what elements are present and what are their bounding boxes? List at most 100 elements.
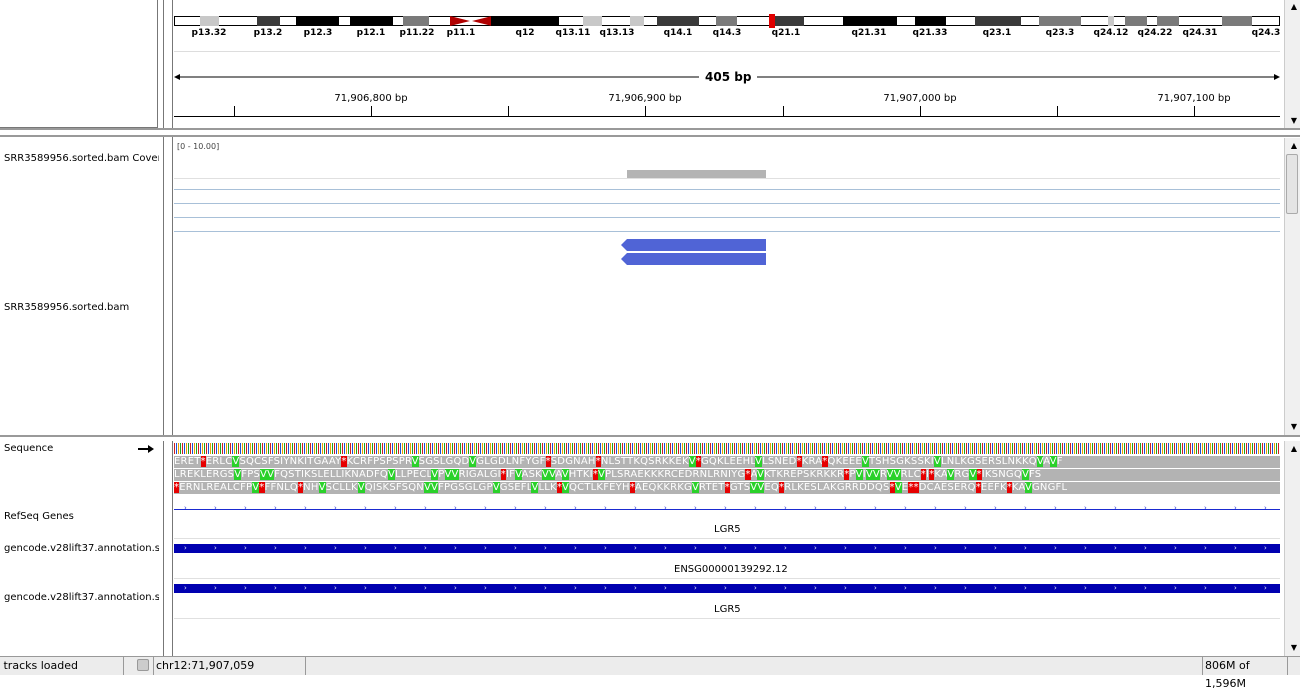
- cytoband-label: p11.22: [399, 28, 435, 38]
- track-divider: [174, 578, 1280, 579]
- coverage-track-name[interactable]: SRR3589956.sorted.bam Coverage: [4, 153, 159, 164]
- strand-arrow-icon: ›: [964, 544, 967, 552]
- ideogram-band: [1108, 16, 1114, 26]
- panel-splitter[interactable]: [0, 128, 1300, 137]
- ruler-tick: [371, 106, 372, 116]
- track-divider: [174, 618, 1280, 619]
- alignment-row-line: [174, 217, 1280, 218]
- strand-arrow-icon: ›: [904, 544, 907, 552]
- strand-arrow-icon: ›: [304, 504, 307, 512]
- strand-arrow-icon: ›: [814, 544, 817, 552]
- strand-arrow-icon: ›: [484, 544, 487, 552]
- strand-arrow-icon: ›: [214, 504, 217, 512]
- sequence-track-name[interactable]: Sequence: [4, 443, 53, 454]
- cytoband-label: q13.13: [599, 28, 635, 38]
- strand-arrow-icon: ›: [1204, 584, 1207, 592]
- ideogram-band: [296, 16, 339, 26]
- scroll-up-icon[interactable]: ▲: [1291, 444, 1297, 453]
- strand-arrow-icon: ›: [844, 504, 847, 512]
- header-scrollbar[interactable]: [1284, 0, 1300, 128]
- strand-arrow-icon: ›: [1264, 544, 1267, 552]
- panel-splitter[interactable]: [0, 435, 1300, 441]
- strand-arrow-icon: ›: [304, 544, 307, 552]
- translation-frame-1: ERET*ERLCVSQCSFSIYNKITGAAY*KCRFPSPSPRVSG…: [174, 456, 1280, 468]
- strand-arrow-icon[interactable]: [138, 444, 154, 454]
- gencode-gene-label: ENSG00000139292.12: [674, 564, 788, 575]
- strand-arrow-icon: ›: [244, 544, 247, 552]
- strand-arrow-icon: ›: [664, 504, 667, 512]
- strand-arrow-icon: ›: [544, 544, 547, 552]
- strand-arrow-icon: ›: [784, 504, 787, 512]
- strand-arrow-icon: ›: [994, 544, 997, 552]
- strand-arrow-icon: ›: [1114, 584, 1117, 592]
- strand-arrow-icon: ›: [1024, 544, 1027, 552]
- strand-arrow-icon: ›: [1144, 584, 1147, 592]
- alignment-track-name[interactable]: SRR3589956.sorted.bam: [4, 302, 159, 313]
- strand-arrow-icon: ›: [844, 584, 847, 592]
- ruler-span-label: 405 bp: [699, 70, 758, 84]
- scroll-down-icon[interactable]: ▼: [1291, 643, 1297, 652]
- strand-arrow-icon: ›: [1114, 544, 1117, 552]
- cytoband-label: q23.1: [982, 28, 1012, 38]
- gencode-track-name[interactable]: gencode.v28lift37.annotation.sorted.gtf: [4, 543, 159, 554]
- cytoband-label: p13.2: [253, 28, 283, 38]
- scroll-down-icon[interactable]: ▼: [1291, 422, 1297, 431]
- strand-arrow-icon: ›: [754, 544, 757, 552]
- strand-arrow-icon: ›: [664, 544, 667, 552]
- strand-arrow-icon: ›: [484, 504, 487, 512]
- ideogram-band: [403, 16, 429, 26]
- scroll-up-icon[interactable]: ▲: [1291, 2, 1297, 11]
- ideogram-band: [975, 16, 1021, 26]
- strand-arrow-icon: ›: [394, 504, 397, 512]
- feature-panel-scrollbar[interactable]: [1284, 441, 1300, 656]
- strand-arrow-icon: ›: [484, 584, 487, 592]
- aligned-read[interactable]: [621, 253, 766, 265]
- refseq-gene-label: LGR5: [714, 524, 741, 535]
- strand-arrow-icon: ›: [394, 584, 397, 592]
- strand-arrow-icon: ›: [994, 584, 997, 592]
- strand-arrow-icon: ›: [184, 544, 187, 552]
- strand-arrow-icon: ›: [904, 504, 907, 512]
- cytoband-label: q13.11: [555, 28, 591, 38]
- strand-arrow-icon: ›: [1264, 584, 1267, 592]
- ideogram-band: [257, 16, 280, 26]
- cytoband-label: q21.31: [851, 28, 887, 38]
- ideogram-band: [200, 16, 219, 26]
- status-indicator-icon: [137, 659, 149, 671]
- strand-arrow-icon: ›: [424, 504, 427, 512]
- ruler-tick-label: 71,907,100 bp: [1157, 93, 1231, 104]
- strand-arrow-icon: ›: [694, 504, 697, 512]
- scrollbar-thumb[interactable]: [1286, 154, 1298, 214]
- ideogram-band: [1125, 16, 1147, 26]
- cytoband-label: q12: [515, 28, 535, 38]
- scroll-down-icon[interactable]: ▼: [1291, 116, 1297, 125]
- aligned-read[interactable]: [621, 239, 766, 251]
- strand-arrow-icon: ›: [724, 584, 727, 592]
- strand-arrow-icon: ›: [694, 584, 697, 592]
- cytoband-label: q24.31: [1182, 28, 1218, 38]
- refseq-track-name[interactable]: RefSeq Genes: [4, 511, 74, 522]
- strand-arrow-icon: ›: [244, 504, 247, 512]
- gencode-track-name[interactable]: gencode.v28lift37.annotation.sorted.gtf: [4, 592, 159, 603]
- ideogram-band: [1157, 16, 1179, 26]
- alignment-row-line: [174, 189, 1280, 190]
- strand-arrow-icon: ›: [634, 584, 637, 592]
- translation-frame-2: LREKLERGSVFPSVVFQSTIKSLELLIKNADFQVLLPECL…: [174, 469, 1280, 481]
- scroll-up-icon[interactable]: ▲: [1291, 141, 1297, 150]
- alignment-row-line: [174, 203, 1280, 204]
- strand-arrow-icon: ›: [274, 504, 277, 512]
- strand-arrow-icon: ›: [1084, 504, 1087, 512]
- coverage-bar[interactable]: [627, 170, 766, 178]
- strand-arrow-icon: ›: [874, 584, 877, 592]
- strand-arrow-icon: ›: [184, 584, 187, 592]
- cytoband-label: p12.1: [356, 28, 386, 38]
- strand-arrow-icon: ›: [214, 544, 217, 552]
- ruler-baseline: [174, 116, 1280, 117]
- ruler-tick: [1057, 106, 1058, 116]
- cytoband-label: q24.22: [1137, 28, 1173, 38]
- strand-arrow-icon: ›: [184, 504, 187, 512]
- ruler-tick-label: 71,907,000 bp: [883, 93, 957, 104]
- cytoband-label: q24.12: [1093, 28, 1129, 38]
- strand-arrow-icon: ›: [514, 584, 517, 592]
- cytoband-label: p11.1: [446, 28, 476, 38]
